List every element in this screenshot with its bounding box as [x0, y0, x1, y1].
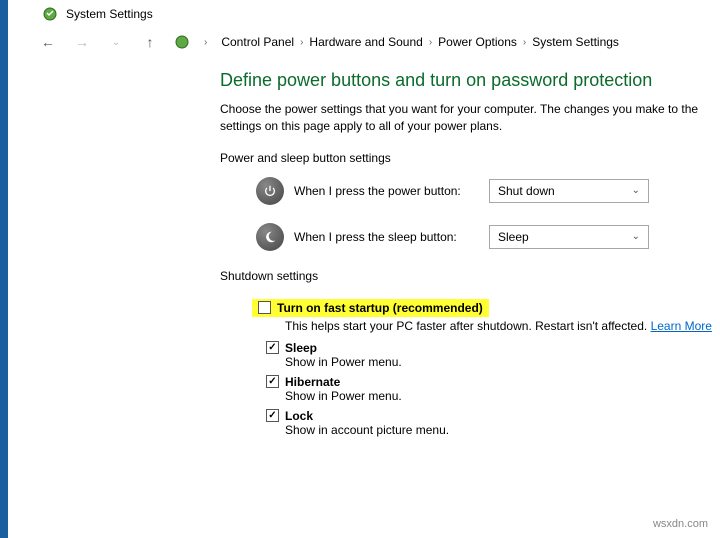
- hibernate-desc: Show in Power menu.: [285, 389, 720, 403]
- back-button[interactable]: ←: [38, 34, 58, 50]
- breadcrumb-system-settings[interactable]: System Settings: [532, 35, 619, 49]
- chevron-down-icon: ⌄: [632, 231, 640, 242]
- chevron-right-icon: ›: [429, 37, 432, 48]
- window-title: System Settings: [66, 7, 153, 21]
- forward-button: →: [72, 34, 92, 50]
- power-options-icon: [42, 6, 58, 22]
- breadcrumb: Control Panel › Hardware and Sound › Pow…: [221, 35, 619, 49]
- moon-icon: [256, 223, 284, 251]
- power-button-value: Shut down: [498, 184, 555, 198]
- power-button-select[interactable]: Shut down ⌄: [489, 179, 649, 203]
- chevron-right-icon: ›: [523, 37, 526, 48]
- breadcrumb-hardware-sound[interactable]: Hardware and Sound: [309, 35, 422, 49]
- page-intro: Choose the power settings that you want …: [220, 101, 720, 135]
- chevron-right-icon: ›: [300, 37, 303, 48]
- lock-label: Lock: [285, 409, 313, 423]
- watermark: wsxdn.com: [653, 518, 708, 530]
- page-heading: Define power buttons and turn on passwor…: [220, 70, 720, 91]
- power-icon: [256, 177, 284, 205]
- up-button[interactable]: ↑: [140, 34, 160, 50]
- section-power-sleep-buttons: Power and sleep button settings: [220, 151, 720, 165]
- lock-option: ✓ Lock Show in account picture menu.: [266, 409, 720, 437]
- navbar: ← → ⌄ ↑ › Control Panel › Hardware and S…: [0, 28, 720, 60]
- power-button-row: When I press the power button: Shut down…: [256, 177, 720, 205]
- lock-desc: Show in account picture menu.: [285, 423, 720, 437]
- breadcrumb-control-panel[interactable]: Control Panel: [221, 35, 294, 49]
- hibernate-label: Hibernate: [285, 375, 340, 389]
- control-panel-icon: [174, 34, 190, 50]
- chevron-right-icon: ›: [204, 37, 207, 48]
- recent-locations-button[interactable]: ⌄: [106, 37, 126, 48]
- hibernate-option: ✓ Hibernate Show in Power menu.: [266, 375, 720, 403]
- sleep-checkbox[interactable]: ✓: [266, 341, 279, 354]
- power-button-label: When I press the power button:: [294, 184, 479, 198]
- chevron-down-icon: ⌄: [632, 185, 640, 196]
- sleep-button-row: When I press the sleep button: Sleep ⌄: [256, 223, 720, 251]
- sleep-desc: Show in Power menu.: [285, 355, 720, 369]
- hibernate-checkbox[interactable]: ✓: [266, 375, 279, 388]
- fast-startup-label: Turn on fast startup (recommended): [277, 301, 483, 315]
- content-area: Define power buttons and turn on passwor…: [0, 60, 720, 437]
- sleep-button-select[interactable]: Sleep ⌄: [489, 225, 649, 249]
- sleep-button-value: Sleep: [498, 230, 529, 244]
- breadcrumb-power-options[interactable]: Power Options: [438, 35, 517, 49]
- sleep-button-label: When I press the sleep button:: [294, 230, 479, 244]
- sleep-option: ✓ Sleep Show in Power menu.: [266, 341, 720, 369]
- section-shutdown-settings: Shutdown settings: [220, 269, 720, 283]
- sleep-label: Sleep: [285, 341, 317, 355]
- fast-startup-highlight: Turn on fast startup (recommended): [252, 299, 489, 317]
- titlebar: System Settings: [0, 0, 720, 28]
- fast-startup-desc: This helps start your PC faster after sh…: [285, 319, 720, 333]
- lock-checkbox[interactable]: ✓: [266, 409, 279, 422]
- fast-startup-checkbox[interactable]: [258, 301, 271, 314]
- learn-more-link[interactable]: Learn More: [651, 319, 712, 333]
